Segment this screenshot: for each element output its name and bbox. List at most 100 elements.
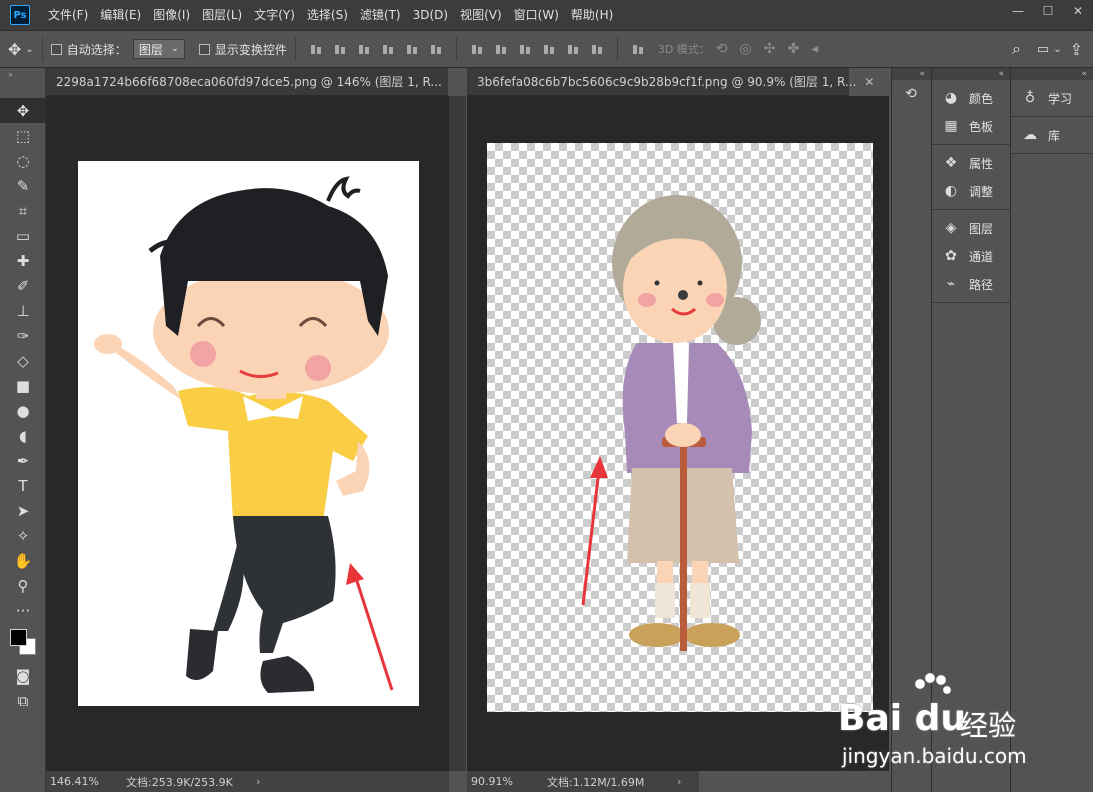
zoom-level[interactable]: 146.41% — [46, 775, 116, 788]
watermark-url: jingyan.baidu.com — [842, 744, 1027, 768]
menu-image[interactable]: 图像(I) — [147, 0, 196, 30]
menu-file[interactable]: 文件(F) — [42, 0, 94, 30]
align-top-icon[interactable] — [309, 42, 323, 56]
3d-pan-icon[interactable]: ✣ — [764, 41, 776, 57]
auto-select-target-dropdown[interactable]: 图层 ⌄ — [132, 39, 185, 59]
share-icon[interactable]: ⇪ — [1070, 40, 1083, 59]
panel-paths[interactable]: ⌁ 路径 — [932, 270, 1010, 298]
hand-tool[interactable]: ✋ — [0, 548, 46, 573]
swatches-icon: ▦ — [944, 118, 958, 134]
document-tab-1[interactable]: 2298a1724b66f68708eca060fd97dce5.png @ 1… — [46, 68, 448, 96]
3d-slide-icon[interactable]: ✤ — [787, 41, 799, 57]
search-icon[interactable]: ⌕ — [1012, 39, 1021, 59]
auto-select-checkbox[interactable] — [50, 43, 62, 55]
menu-window[interactable]: 窗口(W) — [508, 0, 565, 30]
tools-panel: » ✥ ⬚ ◌ ✎ ⌗ ▭ ✚ ✐ ⊥ ✑ ◇ ■ ● ◖ ✒ T ➤ ✧ ✋ … — [0, 68, 46, 792]
collapse-icon[interactable]: « — [1011, 68, 1093, 80]
maximize-button[interactable]: ☐ — [1033, 0, 1063, 22]
3d-roll-icon[interactable]: ◎ — [740, 41, 752, 57]
quick-select-tool[interactable]: ✎ — [0, 173, 46, 198]
scrollbar[interactable] — [449, 96, 466, 771]
clone-stamp-tool[interactable]: ⊥ — [0, 298, 46, 323]
marquee-tool[interactable]: ⬚ — [0, 123, 46, 148]
panel-group-layers: ◈ 图层 ✿ 通道 ⌁ 路径 — [932, 210, 1010, 303]
distribute-hcenter-icon[interactable] — [566, 42, 580, 56]
document-tab-2[interactable]: 3b6fefa08c6b7bc5606c9c9b28b9cf1f.png @ 9… — [467, 68, 874, 96]
foreground-color[interactable] — [10, 629, 27, 646]
lasso-tool[interactable]: ◌ — [0, 148, 46, 173]
auto-select-label: 自动选择： — [66, 42, 127, 57]
distribute-left-icon[interactable] — [542, 42, 556, 56]
zoom-tool[interactable]: ⚲ — [0, 573, 46, 598]
chevron-down-icon[interactable]: ⌄ — [1053, 44, 1061, 55]
menu-help[interactable]: 帮助(H) — [565, 0, 619, 30]
3d-scale-icon[interactable]: ◂ — [811, 41, 818, 57]
show-transform-checkbox[interactable] — [198, 43, 210, 55]
distribute-right-icon[interactable] — [590, 42, 604, 56]
panel-properties[interactable]: ❖ 属性 — [932, 149, 1010, 177]
menu-type[interactable]: 文字(Y) — [248, 0, 301, 30]
more-tools[interactable]: ··· — [0, 598, 46, 623]
custom-shape-tool[interactable]: ✧ — [0, 523, 46, 548]
chevron-down-icon[interactable]: ⌄ — [25, 44, 33, 55]
menu-layer[interactable]: 图层(L) — [196, 0, 248, 30]
lightbulb-icon: ♁ — [1024, 90, 1036, 106]
quick-mask-tool[interactable]: ◙ — [0, 663, 46, 688]
watermark-brand: Bai du — [838, 698, 967, 739]
panel-swatches[interactable]: ▦ 色板 — [932, 112, 1010, 140]
close-button[interactable]: ✕ — [1063, 0, 1093, 22]
panel-channels[interactable]: ✿ 通道 — [932, 242, 1010, 270]
move-tool[interactable]: ✥ — [0, 98, 46, 123]
panel-learn[interactable]: ♁ 学习 — [1011, 84, 1093, 112]
distribute-bottom-icon[interactable] — [518, 42, 532, 56]
menu-view[interactable]: 视图(V) — [454, 0, 508, 30]
blur-tool[interactable]: ● — [0, 398, 46, 423]
panel-adjustments[interactable]: ◐ 调整 — [932, 177, 1010, 205]
align-right-icon[interactable] — [429, 42, 443, 56]
path-select-tool[interactable]: ➤ — [0, 498, 46, 523]
auto-align-icon[interactable] — [631, 42, 645, 56]
minimize-button[interactable]: — — [1003, 0, 1033, 22]
panel-label: 图层 — [969, 221, 994, 236]
collapse-icon[interactable]: » — [0, 68, 45, 98]
history-brush-tool[interactable]: ✑ — [0, 323, 46, 348]
panel-color[interactable]: ◕ 颜色 — [932, 84, 1010, 112]
distribute-vcenter-icon[interactable] — [494, 42, 508, 56]
menu-3d[interactable]: 3D(D) — [407, 0, 454, 30]
chevron-right-icon[interactable]: › — [256, 775, 276, 788]
color-swatches[interactable] — [0, 623, 46, 663]
dodge-tool[interactable]: ◖ — [0, 423, 46, 448]
align-left-icon[interactable] — [381, 42, 395, 56]
align-hcenter-icon[interactable] — [405, 42, 419, 56]
type-tool[interactable]: T — [0, 473, 46, 498]
move-tool-icon[interactable]: ✥ — [8, 40, 21, 59]
gradient-tool[interactable]: ■ — [0, 373, 46, 398]
crop-tool[interactable]: ⌗ — [0, 198, 46, 223]
ruler-tool[interactable]: ▭ — [0, 223, 46, 248]
align-vcenter-icon[interactable] — [333, 42, 347, 56]
canvas-grandma-illustration[interactable] — [487, 143, 873, 712]
screen-mode-tool[interactable]: ⧉ — [0, 688, 46, 713]
zoom-level[interactable]: 90.91% — [467, 775, 537, 788]
panel-label: 色板 — [969, 119, 994, 134]
menu-select[interactable]: 选择(S) — [301, 0, 354, 30]
photoshop-logo: Ps — [10, 5, 30, 25]
panel-group-color: ◕ 颜色 ▦ 色板 — [932, 80, 1010, 145]
eraser-tool[interactable]: ◇ — [0, 348, 46, 373]
menu-edit[interactable]: 编辑(E) — [94, 0, 147, 30]
menu-filter[interactable]: 滤镜(T) — [354, 0, 407, 30]
history-panel-button[interactable]: ⟲ — [892, 80, 931, 108]
panel-library[interactable]: ☁ 库 — [1011, 121, 1093, 149]
distribute-top-icon[interactable] — [470, 42, 484, 56]
collapse-icon[interactable]: « — [932, 68, 1010, 80]
pen-tool[interactable]: ✒ — [0, 448, 46, 473]
align-bottom-icon[interactable] — [357, 42, 371, 56]
workspace-icon[interactable]: ▭ — [1037, 42, 1049, 57]
brush-tool[interactable]: ✐ — [0, 273, 46, 298]
healing-brush-tool[interactable]: ✚ — [0, 248, 46, 273]
panel-layers[interactable]: ◈ 图层 — [932, 214, 1010, 242]
3d-orbit-icon[interactable]: ⟲ — [716, 41, 728, 57]
close-icon[interactable]: ✕ — [864, 75, 874, 89]
collapse-icon[interactable]: « — [892, 68, 931, 80]
chevron-right-icon[interactable]: › — [677, 775, 697, 788]
